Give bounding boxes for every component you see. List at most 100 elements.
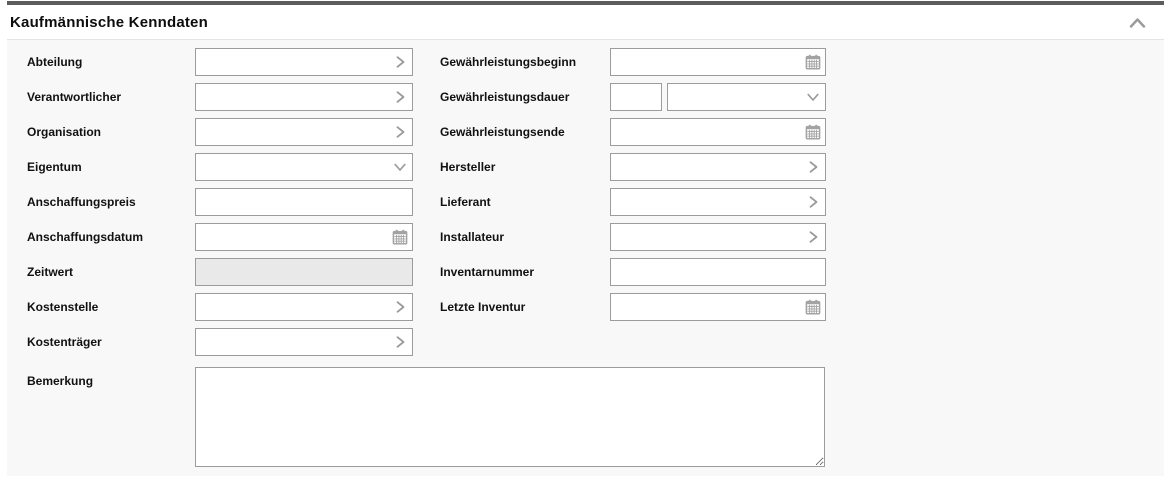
kaufmaennische-kenndaten-panel: Kaufmännische Kenndaten Abteilung Verant… [7,0,1164,476]
chevron-right-icon [392,299,408,315]
organisation-label: Organisation [27,118,195,146]
gewaehrleistungsdauer-label: Gewährleistungsdauer [440,83,610,111]
letzte-inventur-calendar-button[interactable] [800,293,826,321]
kostenstelle-input[interactable] [195,293,413,321]
kostentraeger-input[interactable] [195,328,413,356]
chevron-right-icon [392,89,408,105]
anschaffungsdatum-calendar-button[interactable] [387,223,413,251]
panel-title: Kaufmännische Kenndaten [10,14,208,31]
field-row-gewaehrleistungsdauer: Gewährleistungsdauer [440,83,826,111]
abteilung-field [195,48,413,76]
gewaehrleistungsende-field [610,118,826,146]
field-row-installateur: Installateur [440,223,826,251]
chevron-right-icon [392,334,408,350]
abteilung-lookup-button[interactable] [387,48,413,76]
gewaehrleistungsbeginn-calendar-button[interactable] [800,48,826,76]
hersteller-field [610,153,826,181]
kostenstelle-label: Kostenstelle [27,293,195,321]
chevron-right-icon [392,124,408,140]
letzte-inventur-input[interactable] [610,293,826,321]
gewaehrleistungsbeginn-field [610,48,826,76]
kostenstelle-field [195,293,413,321]
chevron-down-icon [805,89,821,105]
gewaehrleistungsbeginn-label: Gewährleistungsbeginn [440,48,610,76]
gewaehrleistungsbeginn-input[interactable] [610,48,826,76]
installateur-field [610,223,826,251]
eigentum-field [195,153,413,181]
kostentraeger-field [195,328,413,356]
field-row-lieferant: Lieferant [440,188,826,216]
installateur-lookup-button[interactable] [800,223,826,251]
verantwortlicher-lookup-button[interactable] [387,83,413,111]
inventarnummer-input[interactable] [610,258,826,286]
lieferant-field [610,188,826,216]
zeitwert-input [195,258,413,286]
inventarnummer-label: Inventarnummer [440,258,610,286]
bemerkung-field [195,367,825,467]
installateur-label: Installateur [440,223,610,251]
organisation-field [195,118,413,146]
anschaffungspreis-input[interactable] [195,188,413,216]
anschaffungsdatum-field [195,223,413,251]
calendar-icon [805,54,821,70]
abteilung-label: Abteilung [27,48,195,76]
gewaehrleistungsdauer-unit-field [667,83,826,111]
eigentum-select[interactable] [195,153,413,181]
chevron-right-icon [392,54,408,70]
chevron-right-icon [805,194,821,210]
installateur-input[interactable] [610,223,826,251]
lieferant-input[interactable] [610,188,826,216]
gewaehrleistungsende-input[interactable] [610,118,826,146]
abteilung-input[interactable] [195,48,413,76]
field-row-gewaehrleistungsende: Gewährleistungsende [440,118,826,146]
anschaffungsdatum-input[interactable] [195,223,413,251]
chevron-right-icon [805,159,821,175]
organisation-lookup-button[interactable] [387,118,413,146]
verantwortlicher-field [195,83,413,111]
gewaehrleistungsdauer-unit-dropdown-button[interactable] [800,83,826,111]
letzte-inventur-field [610,293,826,321]
eigentum-dropdown-button[interactable] [387,153,413,181]
zeitwert-field [195,258,413,286]
panel-content: Abteilung Verantwortlicher [7,40,1164,476]
gewaehrleistungsdauer-field [610,83,826,111]
lieferant-label: Lieferant [440,188,610,216]
chevron-right-icon [805,229,821,245]
inventarnummer-field [610,258,826,286]
calendar-icon [392,229,408,245]
zeitwert-label: Zeitwert [27,258,195,286]
field-row-kostentraeger: Kostenträger [27,328,825,356]
field-row-inventarnummer: Inventarnummer [440,258,826,286]
anschaffungspreis-label: Anschaffungspreis [27,188,195,216]
organisation-input[interactable] [195,118,413,146]
hersteller-input[interactable] [610,153,826,181]
bemerkung-textarea[interactable] [195,367,825,467]
kostentraeger-label: Kostenträger [27,328,195,356]
bemerkung-label: Bemerkung [27,367,195,467]
kostenstelle-lookup-button[interactable] [387,293,413,321]
letzte-inventur-label: Letzte Inventur [440,293,610,321]
field-row-gewaehrleistungsbeginn: Gewährleistungsbeginn [440,48,826,76]
panel-header: Kaufmännische Kenndaten [7,5,1164,40]
gewaehrleistungsende-label: Gewährleistungsende [440,118,610,146]
anschaffungsdatum-label: Anschaffungsdatum [27,223,195,251]
verantwortlicher-label: Verantwortlicher [27,83,195,111]
gewaehrleistungsende-calendar-button[interactable] [800,118,826,146]
hersteller-label: Hersteller [440,153,610,181]
lieferant-lookup-button[interactable] [800,188,826,216]
field-row-letzte-inventur: Letzte Inventur [440,293,826,321]
field-row-bemerkung: Bemerkung [27,367,825,467]
gewaehrleistungsdauer-input[interactable] [610,83,662,111]
chevron-down-icon [392,159,408,175]
eigentum-label: Eigentum [27,153,195,181]
calendar-icon [805,124,821,140]
calendar-icon [805,299,821,315]
anschaffungspreis-field [195,188,413,216]
form-column-right: Gewährleistungsbeginn Gewährleistungsdau… [440,48,826,328]
collapse-panel-button[interactable] [1128,16,1147,29]
field-row-hersteller: Hersteller [440,153,826,181]
hersteller-lookup-button[interactable] [800,153,826,181]
kostentraeger-lookup-button[interactable] [387,328,413,356]
chevron-up-icon [1128,16,1147,29]
verantwortlicher-input[interactable] [195,83,413,111]
